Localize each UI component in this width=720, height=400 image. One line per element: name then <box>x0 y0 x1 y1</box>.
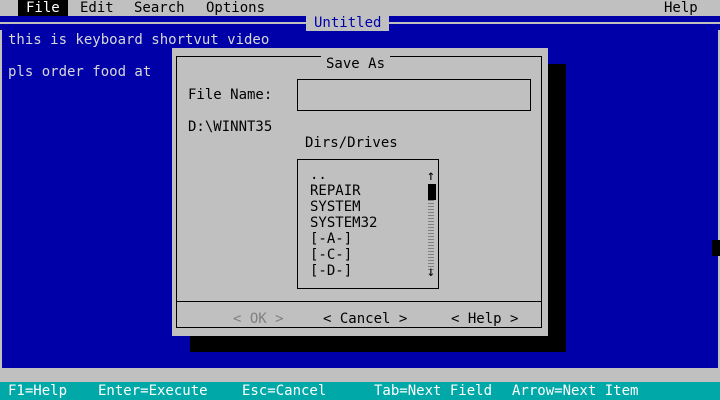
menu-search[interactable]: Search <box>134 0 185 16</box>
status-tab-next-field: Tab=Next Field <box>374 383 493 399</box>
help-button[interactable]: < Help > <box>451 311 518 327</box>
arrow-down-icon[interactable]: ↓ <box>426 264 436 280</box>
list-scroll-thumb[interactable] <box>428 184 436 200</box>
drive-item-d[interactable]: [-D-] <box>310 263 352 279</box>
editor-left-border <box>0 30 2 368</box>
status-esc-cancel: Esc=Cancel <box>242 383 327 399</box>
ok-button[interactable]: < OK > <box>233 311 284 327</box>
editor-line-1[interactable]: this is keyboard shortvut video <box>8 32 269 48</box>
status-arrow-next-item: Arrow=Next Item <box>512 383 639 399</box>
dialog-title: Save As <box>321 56 391 72</box>
menu-bar: File Edit Search Options Help <box>0 0 720 16</box>
editor-line-3[interactable]: pls order food at <box>8 64 151 80</box>
status-enter-execute: Enter=Execute <box>98 383 208 399</box>
vertical-scroll-thumb[interactable] <box>712 240 720 256</box>
dialog-frame: Save As File Name: D:\WINNT35 Dirs/Drive… <box>176 56 542 328</box>
current-path: D:\WINNT35 <box>188 119 273 135</box>
dir-item-system[interactable]: SYSTEM <box>310 199 361 215</box>
drive-item-a[interactable]: [-A-] <box>310 231 352 247</box>
menu-edit[interactable]: Edit <box>80 0 114 16</box>
file-name-label: File Name: <box>188 87 273 103</box>
dir-item-system32[interactable]: SYSTEM32 <box>310 215 377 231</box>
drive-item-c[interactable]: [-C-] <box>310 247 352 263</box>
dirs-drives-list[interactable]: .. REPAIR SYSTEM SYSTEM32 [-A-] [-C-] [-… <box>297 159 439 289</box>
menu-options[interactable]: Options <box>206 0 265 16</box>
dir-item-parent[interactable]: .. <box>310 167 327 183</box>
arrow-up-icon[interactable]: ↑ <box>426 168 436 184</box>
status-bar: F1=Help Enter=Execute Esc=Cancel Tab=Nex… <box>0 382 720 400</box>
menu-help[interactable]: Help <box>664 0 698 16</box>
status-f1-help: F1=Help <box>8 383 68 399</box>
cancel-button[interactable]: < Cancel > <box>323 311 407 327</box>
button-divider <box>177 301 541 302</box>
document-title: Untitled <box>306 15 390 31</box>
menu-file[interactable]: File <box>18 0 68 16</box>
dir-item-repair[interactable]: REPAIR <box>310 183 361 199</box>
file-name-input[interactable] <box>297 79 531 111</box>
dirs-drives-label: Dirs/Drives <box>305 135 398 151</box>
horizontal-scrollbar[interactable] <box>0 368 720 382</box>
save-as-dialog: Save As File Name: D:\WINNT35 Dirs/Drive… <box>172 48 548 336</box>
